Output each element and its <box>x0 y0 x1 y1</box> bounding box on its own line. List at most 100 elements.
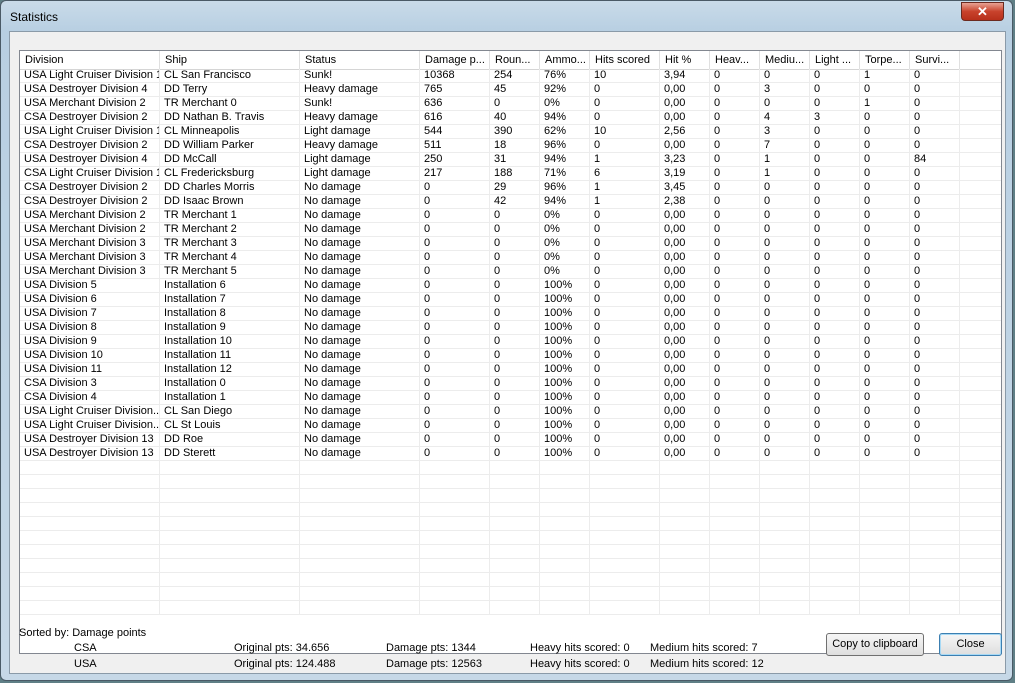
cell-hits-scored: 0 <box>590 265 660 278</box>
cell-medium-hits: 0 <box>760 447 810 460</box>
cell-damage-points: 0 <box>420 293 490 306</box>
copy-to-clipboard-button[interactable]: Copy to clipboard <box>826 633 924 656</box>
table-row[interactable]: CSA Destroyer Division 2 DD Charles Morri… <box>20 181 1001 195</box>
cell-survival: 0 <box>910 223 960 236</box>
table-row[interactable]: USA Division 10 Installation 11 No damage 0… <box>20 349 1001 363</box>
cell-hit-percent: 0,00 <box>660 307 710 320</box>
table-row[interactable]: USA Merchant Division 2 TR Merchant 1 No d… <box>20 209 1001 223</box>
cell-light-hits: 0 <box>810 83 860 96</box>
cell-damage-points: 0 <box>420 321 490 334</box>
cell-status: No damage <box>300 293 420 306</box>
column-header-damage-points[interactable]: Damage p... <box>420 51 490 69</box>
cell-rounds <box>490 489 540 502</box>
cell-ship <box>160 531 300 544</box>
sorted-by-label: Sorted by: Damage points <box>19 627 147 639</box>
cell-medium-hits: 0 <box>760 69 810 82</box>
title-bar[interactable]: Statistics ✕ <box>1 1 1012 31</box>
empty-table-row <box>20 587 1001 601</box>
cell-rounds: 390 <box>490 125 540 138</box>
cell-status: No damage <box>300 237 420 250</box>
column-header-hits-scored[interactable]: Hits scored <box>590 51 660 69</box>
table-row[interactable]: USA Merchant Division 3 TR Merchant 5 No d… <box>20 265 1001 279</box>
table-row[interactable]: USA Merchant Division 2 TR Merchant 2 No d… <box>20 223 1001 237</box>
table-row[interactable]: USA Division 11 Installation 12 No damage 0… <box>20 363 1001 377</box>
cell-damage-points <box>420 517 490 530</box>
cell-ammo <box>540 573 590 586</box>
table-row[interactable]: USA Division 8 Installation 9 No damage 0 0 1… <box>20 321 1001 335</box>
cell-status: No damage <box>300 265 420 278</box>
cell-status: No damage <box>300 195 420 208</box>
column-header-status[interactable]: Status <box>300 51 420 69</box>
cell-heavy-hits: 0 <box>710 251 760 264</box>
cell-division: CSA Destroyer Division 2 <box>20 111 160 124</box>
cell-ship: TR Merchant 2 <box>160 223 300 236</box>
cell-ammo <box>540 531 590 544</box>
cell-medium-hits: 0 <box>760 209 810 222</box>
table-row[interactable]: USA Division 6 Installation 7 No damage 0 0 1… <box>20 293 1001 307</box>
table-row[interactable]: USA Destroyer Division 4 DD Terry Heavy da… <box>20 83 1001 97</box>
cell-torpedo-hits: 0 <box>860 349 910 362</box>
table-row[interactable]: USA Merchant Division 2 TR Merchant 0 Sunk… <box>20 97 1001 111</box>
column-header-ammo[interactable]: Ammo... <box>540 51 590 69</box>
cell-survival: 0 <box>910 363 960 376</box>
cell-torpedo-hits: 0 <box>860 405 910 418</box>
cell-rounds <box>490 601 540 614</box>
cell-division: CSA Destroyer Division 2 <box>20 181 160 194</box>
cell-torpedo-hits <box>860 559 910 572</box>
table-row[interactable]: USA Division 7 Installation 8 No damage 0 0 1… <box>20 307 1001 321</box>
table-row[interactable]: CSA Division 3 Installation 0 No damage 0 0 1… <box>20 377 1001 391</box>
table-row[interactable]: USA Light Cruiser Division 1 CL San Franc… <box>20 69 1001 83</box>
cell-rounds: 254 <box>490 69 540 82</box>
table-row[interactable]: USA Division 5 Installation 6 No damage 0 0 1… <box>20 279 1001 293</box>
cell-division: CSA Division 4 <box>20 391 160 404</box>
table-row[interactable]: USA Destroyer Division 13 DD Roe No damage… <box>20 433 1001 447</box>
column-header-medium-hits[interactable]: Mediu... <box>760 51 810 69</box>
table-row[interactable]: USA Merchant Division 3 TR Merchant 4 No d… <box>20 251 1001 265</box>
cell-division <box>20 601 160 614</box>
column-header-rounds[interactable]: Roun... <box>490 51 540 69</box>
column-header-survival[interactable]: Survi... <box>910 51 960 69</box>
column-header-torpedo-hits[interactable]: Torpe... <box>860 51 910 69</box>
table-row[interactable]: USA Division 9 Installation 10 No damage 0 0… <box>20 335 1001 349</box>
table-row[interactable]: CSA Destroyer Division 2 DD Isaac Brown No… <box>20 195 1001 209</box>
column-header-division[interactable]: Division <box>20 51 160 69</box>
cell-rounds: 0 <box>490 419 540 432</box>
table-row[interactable]: USA Destroyer Division 4 DD McCall Light d… <box>20 153 1001 167</box>
cell-status: No damage <box>300 223 420 236</box>
cell-division <box>20 503 160 516</box>
table-row[interactable]: USA Light Cruiser Division 1 CL Minneapol… <box>20 125 1001 139</box>
cell-survival <box>910 531 960 544</box>
statistics-table[interactable]: Division Ship Status Damage p... Roun... Ammo… <box>19 50 1002 654</box>
cell-medium-hits: 0 <box>760 391 810 404</box>
column-header-ship[interactable]: Ship <box>160 51 300 69</box>
table-row[interactable]: CSA Light Cruiser Division 1 CL Frederick… <box>20 167 1001 181</box>
cell-medium-hits: 0 <box>760 223 810 236</box>
cell-survival: 0 <box>910 111 960 124</box>
table-row[interactable]: USA Destroyer Division 13 DD Sterett No da… <box>20 447 1001 461</box>
cell-hits-scored: 0 <box>590 139 660 152</box>
cell-damage-points: 765 <box>420 83 490 96</box>
cell-division: USA Merchant Division 2 <box>20 209 160 222</box>
table-row[interactable]: CSA Division 4 Installation 1 No damage 0 0 1… <box>20 391 1001 405</box>
cell-hits-scored: 0 <box>590 209 660 222</box>
cell-status: No damage <box>300 209 420 222</box>
column-header-heavy-hits[interactable]: Heav... <box>710 51 760 69</box>
close-button[interactable]: Close <box>939 633 1002 656</box>
cell-rounds: 0 <box>490 433 540 446</box>
table-row[interactable]: USA Light Cruiser Division... CL San Dieg… <box>20 405 1001 419</box>
table-row[interactable]: USA Light Cruiser Division... CL St Louis… <box>20 419 1001 433</box>
table-row[interactable]: USA Merchant Division 3 TR Merchant 3 No d… <box>20 237 1001 251</box>
table-row[interactable]: CSA Destroyer Division 2 DD Nathan B. Tra… <box>20 111 1001 125</box>
table-row[interactable]: CSA Destroyer Division 2 DD William Parke… <box>20 139 1001 153</box>
cell-survival: 0 <box>910 307 960 320</box>
column-header-light-hits[interactable]: Light ... <box>810 51 860 69</box>
cell-medium-hits: 3 <box>760 125 810 138</box>
cell-hits-scored: 0 <box>590 83 660 96</box>
window-close-button[interactable]: ✕ <box>961 2 1004 21</box>
cell-ship: CL Minneapolis <box>160 125 300 138</box>
cell-rounds: 0 <box>490 391 540 404</box>
summary-original-value: Original pts: 34.656 <box>234 642 330 654</box>
cell-damage-points: 0 <box>420 363 490 376</box>
cell-status: No damage <box>300 419 420 432</box>
column-header-hit-percent[interactable]: Hit % <box>660 51 710 69</box>
